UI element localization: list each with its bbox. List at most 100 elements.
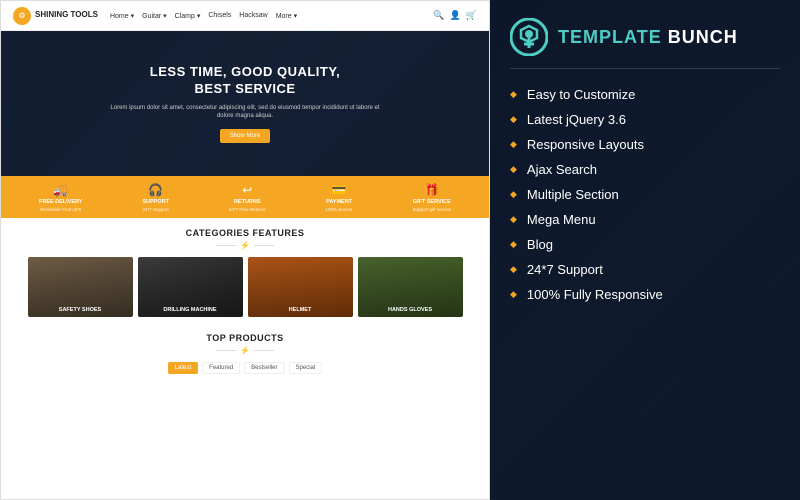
feature-text-mega-menu: Mega Menu bbox=[527, 212, 596, 227]
categories-divider: ⚡ bbox=[13, 241, 477, 250]
divider-right bbox=[254, 245, 274, 246]
support-icon: 🎧 bbox=[148, 183, 163, 197]
support-label: SUPPORT bbox=[142, 199, 169, 205]
feature-item-mega-menu: ◆ Mega Menu bbox=[510, 212, 780, 227]
diamond-icon-4: ◆ bbox=[510, 164, 517, 175]
cart-icon[interactable]: 🛒 bbox=[466, 10, 477, 21]
hero-description: Lorem ipsum dolor sit amet, consectetur … bbox=[105, 104, 385, 121]
nav-home[interactable]: Home ▾ bbox=[110, 12, 134, 20]
diamond-icon-3: ◆ bbox=[510, 139, 517, 150]
divider-left bbox=[216, 245, 236, 246]
nav-hacksaw[interactable]: Hacksaw bbox=[239, 12, 267, 20]
tab-bestseller[interactable]: Bestseller bbox=[244, 362, 284, 374]
diamond-icon-1: ◆ bbox=[510, 89, 517, 100]
divider-bolt-icon: ⚡ bbox=[240, 241, 250, 250]
tab-latest[interactable]: Latest bbox=[168, 362, 198, 374]
products-divider-left bbox=[216, 350, 236, 351]
feature-text-support: 24*7 Support bbox=[527, 262, 603, 277]
diamond-icon-8: ◆ bbox=[510, 264, 517, 275]
gift-icon: 🎁 bbox=[424, 183, 439, 197]
support-sub: 24*7 Support bbox=[143, 207, 169, 212]
cat-drill-label: DRILLING MACHINE bbox=[163, 307, 216, 313]
feature-text-customize: Easy to Customize bbox=[527, 87, 635, 102]
cat-safety-shoes[interactable]: SAFETY SHOES bbox=[28, 257, 133, 317]
search-icon[interactable]: 🔍 bbox=[433, 10, 444, 21]
hero-cta-button[interactable]: Show More bbox=[220, 129, 270, 143]
logo-icon: ⚙ bbox=[13, 7, 31, 25]
delivery-sub: Worldwide From $75 bbox=[40, 207, 81, 212]
cat-drilling-machine[interactable]: DRILLING MACHINE bbox=[138, 257, 243, 317]
products-title: TOP PRODUCTS bbox=[13, 333, 477, 343]
diamond-icon-5: ◆ bbox=[510, 189, 517, 200]
tab-featured[interactable]: Featured bbox=[202, 362, 240, 374]
cat-gloves-image: HANDS GLOVES bbox=[358, 257, 463, 317]
feature-returns: ↩ RETURNS 24*7 Free Returns bbox=[229, 183, 266, 212]
payment-sub: 100% Secure bbox=[326, 207, 353, 212]
cat-drill-image: DRILLING MACHINE bbox=[138, 257, 243, 317]
feature-item-fully-responsive: ◆ 100% Fully Responsive bbox=[510, 287, 780, 302]
payment-icon: 💳 bbox=[332, 183, 347, 197]
nav-links: Home ▾ Guitar ▾ Clamp ▾ Chisels Hacksaw … bbox=[110, 12, 433, 20]
feature-item-ajax: ◆ Ajax Search bbox=[510, 162, 780, 177]
diamond-icon-7: ◆ bbox=[510, 239, 517, 250]
diamond-icon-2: ◆ bbox=[510, 114, 517, 125]
delivery-icon: 🚚 bbox=[53, 183, 68, 197]
feature-item-jquery: ◆ Latest jQuery 3.6 bbox=[510, 112, 780, 127]
returns-sub: 24*7 Free Returns bbox=[229, 207, 266, 212]
cat-shoes-label: SAFETY SHOES bbox=[59, 307, 101, 313]
nav-more[interactable]: More ▾ bbox=[276, 12, 297, 20]
feature-text-multiple-section: Multiple Section bbox=[527, 187, 619, 202]
products-section: TOP PRODUCTS ⚡ Latest Featured Bestselle… bbox=[1, 325, 489, 386]
diamond-icon-6: ◆ bbox=[510, 214, 517, 225]
right-panel: teMpLATe BUNCH ◆ Easy to Customize ◆ Lat… bbox=[490, 0, 800, 500]
nav-guitar[interactable]: Guitar ▾ bbox=[142, 12, 167, 20]
nav-icons: 🔍 👤 🛒 bbox=[433, 10, 477, 21]
nav-chisels[interactable]: Chisels bbox=[208, 12, 231, 20]
cat-shoes-image: SAFETY SHOES bbox=[28, 257, 133, 317]
brand-name-text: teMpLATe BUNCH bbox=[558, 27, 738, 47]
products-tabs: Latest Featured Bestseller Special bbox=[13, 362, 477, 374]
feature-text-jquery: Latest jQuery 3.6 bbox=[527, 112, 626, 127]
navbar: ⚙ SHINING TOOLS Home ▾ Guitar ▾ Clamp ▾ … bbox=[1, 1, 489, 31]
feature-text-ajax: Ajax Search bbox=[527, 162, 597, 177]
feature-gift: 🎁 GIFT SERVICE Support gift service bbox=[412, 183, 451, 212]
hero-title: LESS TIME, GOOD QUALITY,BEST SERVICE bbox=[150, 64, 340, 98]
feature-text-fully-responsive: 100% Fully Responsive bbox=[527, 287, 663, 302]
cat-helmet[interactable]: HELMET bbox=[248, 257, 353, 317]
categories-grid: SAFETY SHOES DRILLING MACHINE HELMET HAN… bbox=[13, 257, 477, 317]
gift-sub: Support gift service bbox=[412, 207, 451, 212]
returns-icon: ↩ bbox=[242, 183, 252, 197]
nav-clamp[interactable]: Clamp ▾ bbox=[175, 12, 201, 20]
logo-area: ⚙ SHINING TOOLS bbox=[13, 7, 98, 25]
logo-text: SHINING TOOLS bbox=[35, 11, 98, 20]
delivery-label: FREE DELIVERY bbox=[39, 199, 83, 205]
feature-item-blog: ◆ Blog bbox=[510, 237, 780, 252]
categories-title: CATEGORIES FEATURES bbox=[13, 228, 477, 238]
features-bar: 🚚 FREE DELIVERY Worldwide From $75 🎧 SUP… bbox=[1, 176, 489, 218]
feature-support: 🎧 SUPPORT 24*7 Support bbox=[142, 183, 169, 212]
feature-text-blog: Blog bbox=[527, 237, 553, 252]
cat-hands-gloves[interactable]: HANDS GLOVES bbox=[358, 257, 463, 317]
cat-helmet-image: HELMET bbox=[248, 257, 353, 317]
user-icon[interactable]: 👤 bbox=[450, 10, 461, 21]
payment-label: PAYMENT bbox=[326, 199, 352, 205]
feature-text-responsive: Responsive Layouts bbox=[527, 137, 644, 152]
right-content: teMpLATe BUNCH ◆ Easy to Customize ◆ Lat… bbox=[510, 18, 780, 302]
gift-label: GIFT SERVICE bbox=[413, 199, 451, 205]
features-list: ◆ Easy to Customize ◆ Latest jQuery 3.6 … bbox=[510, 87, 780, 302]
brand-header: teMpLATe BUNCH bbox=[510, 18, 780, 69]
products-divider-right bbox=[254, 350, 274, 351]
hero-section: LESS TIME, GOOD QUALITY,BEST SERVICE Lor… bbox=[1, 31, 489, 176]
diamond-icon-9: ◆ bbox=[510, 289, 517, 300]
feature-item-customize: ◆ Easy to Customize bbox=[510, 87, 780, 102]
feature-item-support: ◆ 24*7 Support bbox=[510, 262, 780, 277]
products-bolt-icon: ⚡ bbox=[240, 346, 250, 355]
products-divider: ⚡ bbox=[13, 346, 477, 355]
returns-label: RETURNS bbox=[234, 199, 261, 205]
tab-special[interactable]: Special bbox=[289, 362, 323, 374]
categories-section: CATEGORIES FEATURES ⚡ SAFETY SHOES DRILL… bbox=[1, 218, 489, 325]
brand-name: teMpLATe BUNCH bbox=[558, 27, 738, 48]
templatebunch-logo bbox=[510, 18, 548, 56]
feature-item-multiple-section: ◆ Multiple Section bbox=[510, 187, 780, 202]
cat-helmet-label: HELMET bbox=[289, 307, 312, 313]
